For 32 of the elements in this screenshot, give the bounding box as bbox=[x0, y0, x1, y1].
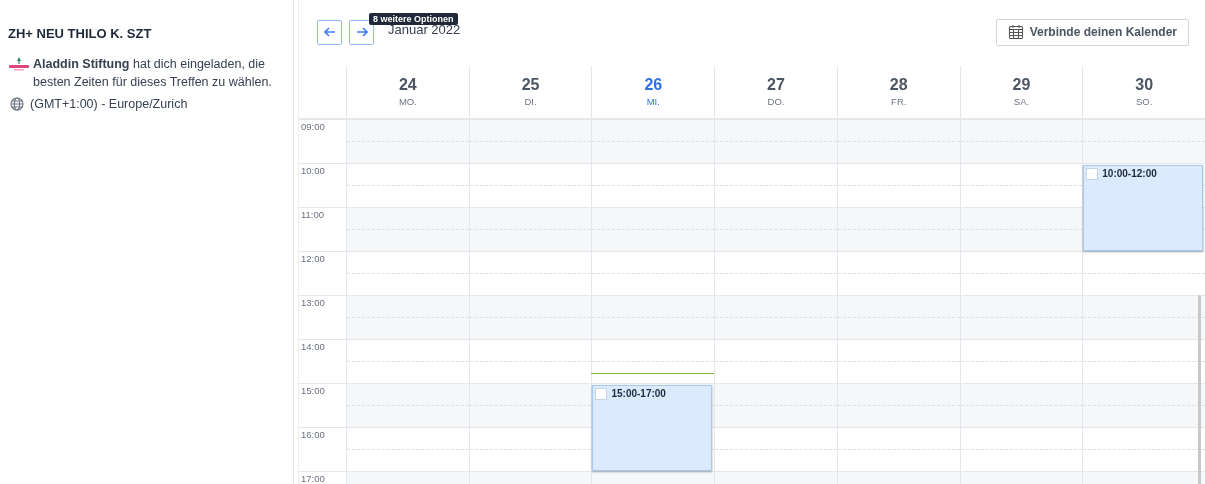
calendar-icon bbox=[1007, 24, 1024, 40]
calendar-grid[interactable]: 09:00 10:00 11:00 12:00 13:00 14:00 15:00 16:00 17:00 15:00-17:00 10:00-12:00 bbox=[299, 120, 1205, 484]
slot-time: 10:00-12:00 bbox=[1102, 168, 1157, 180]
time-label: 11:00 bbox=[299, 208, 346, 251]
timezone-label: (GMT+1:00) - Europe/Zurich bbox=[30, 97, 188, 111]
logo-icon bbox=[8, 56, 30, 72]
time-slot[interactable]: 10:00-12:00 bbox=[1083, 165, 1203, 251]
time-label: 13:00 bbox=[299, 296, 346, 339]
tooltip: 8 weitere Optionen bbox=[369, 13, 458, 25]
slot-time: 15:00-17:00 bbox=[611, 388, 666, 400]
day-header: 24 MO. bbox=[346, 66, 469, 118]
meeting-title: ZH+ NEU THILO K. SZT bbox=[8, 26, 153, 41]
time-label: 17:00 bbox=[299, 472, 346, 484]
day-header: 30 SO. bbox=[1082, 66, 1205, 118]
day-header: 27 DO. bbox=[714, 66, 837, 118]
day-header: 29 SA. bbox=[959, 66, 1083, 118]
time-label: 09:00 bbox=[299, 120, 346, 163]
day-header: 28 FR. bbox=[836, 66, 960, 118]
time-label: 15:00 bbox=[299, 384, 346, 427]
scrollbar[interactable] bbox=[1198, 295, 1201, 484]
left-arrow-icon bbox=[323, 26, 336, 38]
checkbox[interactable] bbox=[1086, 168, 1099, 180]
invitation-text: Aladdin Stiftung hat dich eingeladen, die besten Zeiten für dieses Treffen zu wählen. bbox=[33, 56, 273, 91]
time-slot[interactable]: 15:00-17:00 bbox=[592, 385, 713, 471]
next-week-button[interactable] bbox=[349, 19, 374, 45]
right-arrow-icon bbox=[355, 26, 368, 38]
connect-calendar-button[interactable]: Verbinde deinen Kalender bbox=[995, 18, 1189, 46]
previous-week-button[interactable] bbox=[317, 19, 342, 45]
globe-icon bbox=[10, 97, 24, 111]
checkbox[interactable] bbox=[595, 388, 608, 400]
day-header: 25 DI. bbox=[468, 66, 592, 118]
day-header: 26 MI. bbox=[591, 66, 715, 118]
